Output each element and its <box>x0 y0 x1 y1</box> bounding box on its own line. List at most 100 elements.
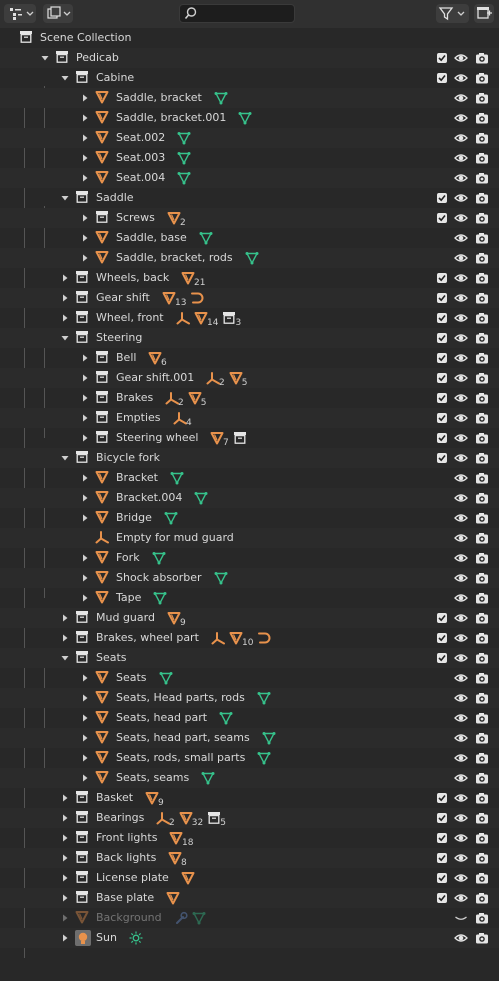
expand-arrow-icon[interactable] <box>79 248 91 268</box>
eye-icon[interactable] <box>453 128 469 148</box>
exclude-checkbox[interactable] <box>434 388 450 408</box>
mesh-data-icon[interactable] <box>159 671 173 685</box>
camera-icon[interactable] <box>474 488 490 508</box>
outliner-row[interactable]: Tape <box>0 588 499 608</box>
expand-arrow-icon[interactable] <box>79 88 91 108</box>
mesh-icon[interactable]: 13 <box>162 291 186 308</box>
eye-icon[interactable] <box>453 788 469 808</box>
curve-icon[interactable] <box>190 291 204 305</box>
outliner-row[interactable]: Wheel, front 14 3 <box>0 308 499 328</box>
exclude-checkbox[interactable] <box>434 808 450 828</box>
expand-arrow-icon[interactable] <box>59 788 71 808</box>
new-collection-button[interactable] <box>474 4 494 23</box>
outliner-row[interactable]: Bridge <box>0 508 499 528</box>
outliner-row[interactable]: Seat.004 <box>0 168 499 188</box>
expand-arrow-icon[interactable] <box>79 108 91 128</box>
camera-icon[interactable] <box>474 68 490 88</box>
mesh-icon[interactable]: 9 <box>167 611 186 628</box>
expand-arrow-icon[interactable] <box>59 868 71 888</box>
expand-arrow-icon[interactable] <box>79 208 91 228</box>
mesh-icon[interactable]: 32 <box>179 811 203 828</box>
camera-icon[interactable] <box>474 248 490 268</box>
collapse-arrow-icon[interactable] <box>59 648 71 668</box>
expand-arrow-icon[interactable] <box>59 908 71 928</box>
expand-arrow-icon[interactable] <box>79 748 91 768</box>
outliner-row[interactable]: Seats, head part <box>0 708 499 728</box>
expand-arrow-icon[interactable] <box>79 768 91 788</box>
outliner-row[interactable]: Bicycle fork <box>0 448 499 468</box>
camera-icon[interactable] <box>474 528 490 548</box>
camera-icon[interactable] <box>474 848 490 868</box>
eye-icon[interactable] <box>453 828 469 848</box>
outliner-row[interactable]: Seats <box>0 668 499 688</box>
eye-icon[interactable] <box>453 148 469 168</box>
outliner-row[interactable]: Cabine <box>0 68 499 88</box>
camera-icon[interactable] <box>474 88 490 108</box>
eye-icon[interactable] <box>453 348 469 368</box>
mesh-data-icon[interactable] <box>257 691 271 705</box>
eye-icon[interactable] <box>453 428 469 448</box>
mesh-data-icon[interactable] <box>153 591 167 605</box>
expand-arrow-icon[interactable] <box>59 308 71 328</box>
outliner-row[interactable]: Bracket <box>0 468 499 488</box>
outliner-row[interactable]: Saddle, bracket, rods <box>0 248 499 268</box>
eye-icon[interactable] <box>453 488 469 508</box>
mesh-data-icon[interactable] <box>152 551 166 565</box>
camera-icon[interactable] <box>474 268 490 288</box>
mesh-icon[interactable] <box>181 871 195 885</box>
eye-icon[interactable] <box>453 568 469 588</box>
eye-icon[interactable] <box>453 868 469 888</box>
expand-arrow-icon[interactable] <box>59 828 71 848</box>
empty-icon[interactable] <box>211 631 225 645</box>
expand-arrow-icon[interactable] <box>79 708 91 728</box>
camera-icon[interactable] <box>474 288 490 308</box>
camera-icon[interactable] <box>474 568 490 588</box>
expand-arrow-icon[interactable] <box>79 128 91 148</box>
mesh-data-icon[interactable] <box>164 511 178 525</box>
outliner-row[interactable]: Steering <box>0 328 499 348</box>
expand-arrow-icon[interactable] <box>79 408 91 428</box>
outliner-row[interactable]: Saddle, bracket <box>0 88 499 108</box>
mesh-icon[interactable]: 5 <box>188 391 206 408</box>
expand-arrow-icon[interactable] <box>79 548 91 568</box>
outliner-row[interactable]: Brakes, wheel part 10 <box>0 628 499 648</box>
mesh-data-icon[interactable] <box>194 491 208 505</box>
eye-icon[interactable] <box>453 588 469 608</box>
empty-icon[interactable]: 2 <box>206 371 225 388</box>
eye-icon[interactable] <box>453 728 469 748</box>
filter-dropdown[interactable] <box>436 4 469 23</box>
expand-arrow-icon[interactable] <box>79 728 91 748</box>
collapse-arrow-icon[interactable] <box>59 68 71 88</box>
camera-icon[interactable] <box>474 468 490 488</box>
exclude-checkbox[interactable] <box>434 788 450 808</box>
exclude-checkbox[interactable] <box>434 648 450 668</box>
eye-icon[interactable] <box>453 88 469 108</box>
eye-icon[interactable] <box>453 108 469 128</box>
expand-arrow-icon[interactable] <box>79 568 91 588</box>
expand-arrow-icon[interactable] <box>59 288 71 308</box>
outliner-row[interactable]: Seat.002 <box>0 128 499 148</box>
outliner-row[interactable]: Bearings 2 32 5 <box>0 808 499 828</box>
expand-arrow-icon[interactable] <box>59 608 71 628</box>
camera-icon[interactable] <box>474 308 490 328</box>
expand-arrow-icon[interactable] <box>79 428 91 448</box>
collapse-arrow-icon[interactable] <box>59 328 71 348</box>
mesh-icon[interactable] <box>166 891 180 905</box>
expand-arrow-icon[interactable] <box>79 148 91 168</box>
expand-arrow-icon[interactable] <box>79 668 91 688</box>
expand-arrow-icon[interactable] <box>59 848 71 868</box>
outliner-row[interactable]: License plate <box>0 868 499 888</box>
empty-icon[interactable]: 2 <box>165 391 184 408</box>
exclude-checkbox[interactable] <box>434 328 450 348</box>
eye-icon[interactable] <box>453 368 469 388</box>
camera-icon[interactable] <box>474 688 490 708</box>
expand-arrow-icon[interactable] <box>79 688 91 708</box>
outliner-row[interactable]: Empties 4 <box>0 408 499 428</box>
expand-arrow-icon[interactable] <box>79 368 91 388</box>
expand-arrow-icon[interactable] <box>79 508 91 528</box>
outliner-row[interactable]: Saddle, bracket.001 <box>0 108 499 128</box>
expand-arrow-icon[interactable] <box>59 888 71 908</box>
expand-arrow-icon[interactable] <box>79 348 91 368</box>
outliner-row[interactable]: Pedicab <box>0 48 499 68</box>
camera-icon[interactable] <box>474 228 490 248</box>
